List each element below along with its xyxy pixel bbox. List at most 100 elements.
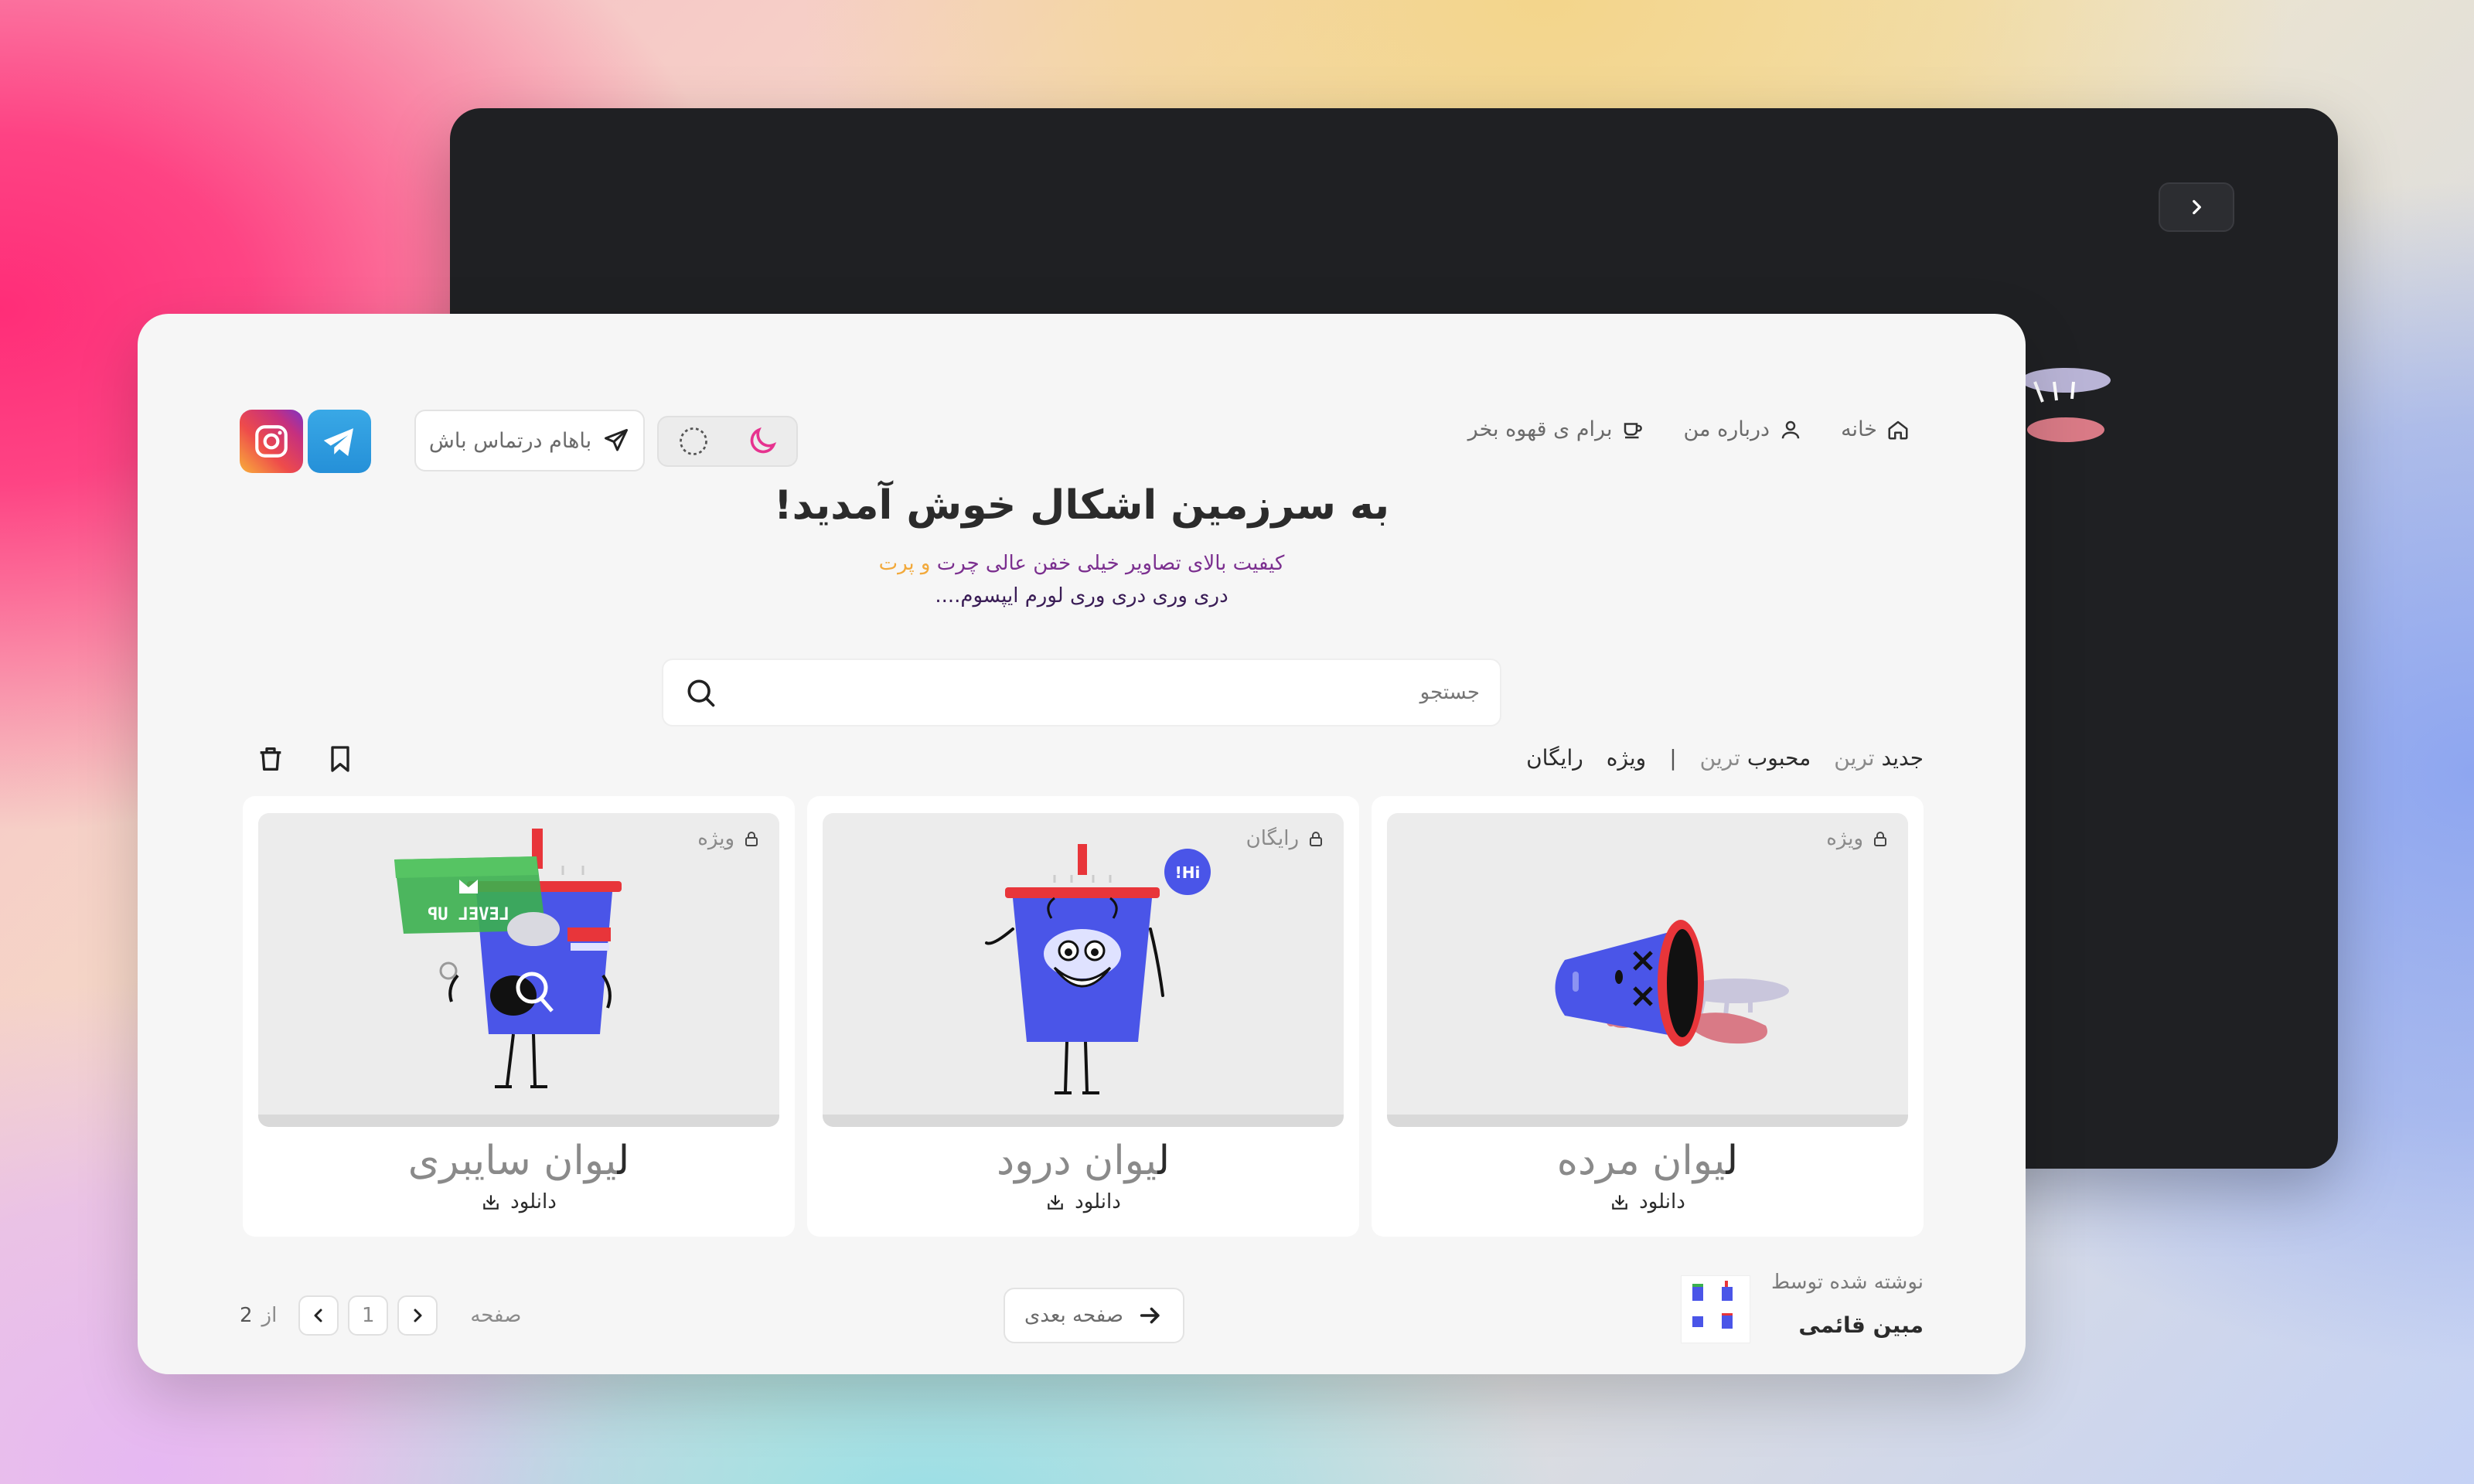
pager-current-page[interactable]: 1 — [348, 1295, 389, 1336]
home-icon — [1888, 420, 1908, 439]
hi-bubble-text: Hi! — [1175, 863, 1201, 882]
pager-next-button[interactable] — [397, 1295, 438, 1336]
main-nav: خانه درباره من برام ی قهوه بخر — [1468, 417, 1910, 441]
lock-icon — [745, 832, 758, 846]
instagram-button[interactable] — [240, 410, 303, 473]
filter-newest-b: ترین — [1834, 745, 1882, 771]
bookmark-icon[interactable] — [325, 744, 356, 774]
instagram-icon — [255, 425, 288, 458]
title-rest: یوان مرده — [1556, 1138, 1726, 1184]
image-progress-bar — [823, 1115, 1344, 1127]
author-block: نوشته شده توسط مبین قائمی — [1771, 1271, 1924, 1338]
chevron-left-icon — [314, 1309, 322, 1322]
arrow-right-icon — [1140, 1307, 1160, 1324]
download-icon — [483, 1195, 499, 1210]
sort-filters: جدید ترین محبوب ترین | ویژه رایگان — [1526, 745, 1924, 771]
level-up-text: LEVEL UP — [428, 905, 509, 924]
hello-cup-illustration: Hi! — [985, 844, 1211, 1094]
product-badge: ویژه — [697, 827, 761, 850]
title-first-letter: ل — [617, 1138, 630, 1184]
nav-coffee-label: برام ی قهوه بخر — [1467, 417, 1613, 441]
download-button[interactable]: دانلود — [1387, 1190, 1908, 1213]
search-box — [662, 659, 1501, 727]
filter-free[interactable]: رایگان — [1526, 745, 1583, 771]
filter-special[interactable]: ویژه — [1607, 745, 1646, 771]
user-icon — [1781, 420, 1800, 438]
download-label: دانلود — [1639, 1190, 1685, 1213]
cup-spill-fragment — [2021, 368, 2111, 442]
telegram-icon — [323, 428, 353, 457]
title-first-letter: ل — [1157, 1138, 1171, 1184]
telegram-button[interactable] — [308, 410, 371, 473]
nav-home-label: خانه — [1841, 417, 1877, 441]
product-badge-label: رایگان — [1246, 827, 1299, 850]
download-icon — [1612, 1195, 1627, 1210]
chevron-right-button[interactable] — [2159, 182, 2234, 232]
filter-newest[interactable]: جدید ترین — [1834, 745, 1924, 771]
image-progress-bar — [1387, 1115, 1908, 1127]
pagination: 2 از 1 صفحه — [240, 1295, 521, 1336]
next-page-button[interactable]: صفحه بعدی — [1004, 1288, 1184, 1343]
lock-icon — [1310, 832, 1322, 846]
download-icon — [1048, 1195, 1063, 1210]
product-badge: رایگان — [1246, 827, 1325, 850]
product-badge: ویژه — [1826, 827, 1890, 850]
download-button[interactable]: دانلود — [823, 1190, 1344, 1213]
subtitle-line-2: دری وری دری وری لورم ایپسوم.... — [935, 584, 1228, 608]
product-image: Hi! رایگان — [823, 813, 1344, 1127]
nav-about-label: درباره من — [1683, 417, 1770, 441]
moon-icon[interactable] — [745, 424, 779, 458]
product-badge-label: ویژه — [1826, 827, 1863, 850]
trash-icon[interactable] — [255, 744, 286, 774]
search-icon[interactable] — [683, 676, 717, 710]
product-badge-label: ویژه — [697, 827, 734, 850]
product-card[interactable]: Hi! رایگان لیوان درود دانلود — [807, 796, 1359, 1237]
filter-separator: | — [1669, 745, 1677, 771]
contact-button[interactable]: باهام درتماس باش — [414, 410, 645, 471]
filter-popular-b: ترین — [1699, 745, 1747, 771]
dead-cup-illustration — [1555, 920, 1789, 1047]
product-card[interactable]: LEVEL UP ویژه لیوان سایبری دانلود — [243, 796, 795, 1237]
theme-toggle[interactable] — [657, 416, 798, 467]
nav-home[interactable]: خانه — [1841, 417, 1910, 441]
avatar-cups-image — [1692, 1281, 1733, 1329]
coffee-icon — [1624, 422, 1643, 438]
main-card: خانه درباره من برام ی قهوه بخر باهام درت… — [138, 314, 2026, 1374]
list-tools — [255, 744, 356, 774]
nav-coffee[interactable]: برام ی قهوه بخر — [1468, 417, 1645, 441]
author-by-label: نوشته شده توسط — [1771, 1271, 1924, 1294]
download-label: دانلود — [1075, 1190, 1121, 1213]
title-rest: یوان سایبری — [407, 1138, 618, 1184]
send-icon — [605, 429, 629, 451]
hero-subtitle: کیفیت بالای تصاویر خیلی خفن عالی چرت و پ… — [138, 547, 2026, 612]
lock-icon — [1874, 832, 1886, 846]
subtitle-part-3: پرت — [878, 552, 915, 575]
image-progress-bar — [258, 1115, 779, 1127]
product-title: لیوان درود — [823, 1138, 1344, 1184]
social-links — [240, 410, 371, 473]
subtitle-part-2: و — [914, 552, 937, 575]
filter-popular[interactable]: محبوب ترین — [1700, 745, 1811, 771]
chevron-right-icon — [414, 1309, 422, 1322]
title-first-letter: ل — [1726, 1138, 1739, 1184]
contact-label: باهام درتماس باش — [428, 428, 592, 453]
nav-about[interactable]: درباره من — [1683, 417, 1802, 441]
pager-prev-button[interactable] — [298, 1295, 339, 1336]
next-page-label: صفحه بعدی — [1024, 1304, 1123, 1327]
title-rest: یوان درود — [996, 1138, 1158, 1184]
download-button[interactable]: دانلود — [258, 1190, 779, 1213]
search-input[interactable] — [784, 681, 1480, 704]
product-image: ویژه — [1387, 813, 1908, 1127]
product-image: LEVEL UP ویژه — [258, 813, 779, 1127]
pager-total: 2 — [240, 1304, 253, 1327]
subtitle-part-1: کیفیت بالای تصاویر خیلی خفن عالی چرت — [936, 552, 1285, 575]
author-avatar[interactable] — [1681, 1275, 1750, 1343]
sun-icon[interactable] — [676, 424, 711, 458]
author-name[interactable]: مبین قائمی — [1771, 1312, 1924, 1338]
product-title: لیوان سایبری — [258, 1138, 779, 1184]
filter-newest-a: جدید — [1881, 745, 1924, 771]
product-grid: ویژه لیوان مرده دانلود Hi! رایگان لیوان … — [243, 796, 1924, 1237]
chevron-right-icon — [2193, 199, 2201, 215]
pager-of: از — [261, 1304, 278, 1327]
product-card[interactable]: ویژه لیوان مرده دانلود — [1372, 796, 1924, 1237]
